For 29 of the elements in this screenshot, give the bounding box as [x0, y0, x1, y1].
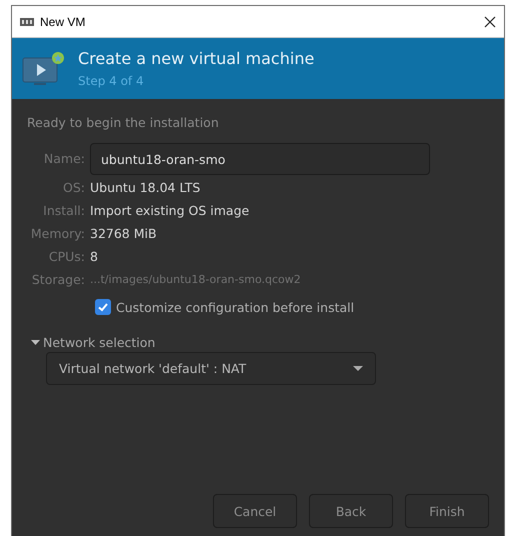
network-dropdown[interactable]: Virtual network 'default' : NAT: [46, 352, 376, 385]
window-title: New VM: [40, 14, 86, 28]
field-label: CPUs:: [48, 248, 85, 266]
name-field[interactable]: ubuntu18-oran-smo: [90, 143, 430, 175]
expander-arrow-icon[interactable]: [31, 338, 40, 347]
intro-text: Ready to begin the installation: [27, 115, 220, 130]
field-value: 8: [90, 249, 98, 264]
dialog-button[interactable]: Cancel: [213, 494, 297, 528]
dialog-button[interactable]: Finish: [405, 494, 489, 528]
checkbox[interactable]: [95, 299, 111, 315]
field-label: Name:: [42, 150, 85, 168]
field-label: OS:: [62, 179, 85, 197]
monitor-icon: [22, 50, 64, 88]
dropdown-arrow-icon: [353, 366, 363, 372]
field-value: Ubuntu 18.04 LTS: [90, 180, 200, 195]
field-value: Import existing OS image: [90, 203, 250, 218]
step-indicator: Step 4 of 4: [78, 74, 145, 88]
field-value: 32768 MiB: [90, 226, 157, 241]
field-label: Storage:: [30, 271, 85, 289]
checkbox-label[interactable]: Customize configuration before install: [116, 300, 354, 314]
app-icon: [20, 16, 34, 26]
dialog-button[interactable]: Back: [309, 494, 393, 528]
field-label: Memory:: [30, 225, 85, 243]
checkmark-icon: [97, 301, 109, 313]
header-title: Create a new virtual machine: [78, 49, 314, 68]
field-label: Install:: [42, 202, 85, 220]
close-icon[interactable]: [484, 16, 496, 28]
field-value: ...t/images/ubuntu18-oran-smo.qcow2: [90, 273, 301, 286]
expander-label[interactable]: Network selection: [43, 335, 156, 350]
